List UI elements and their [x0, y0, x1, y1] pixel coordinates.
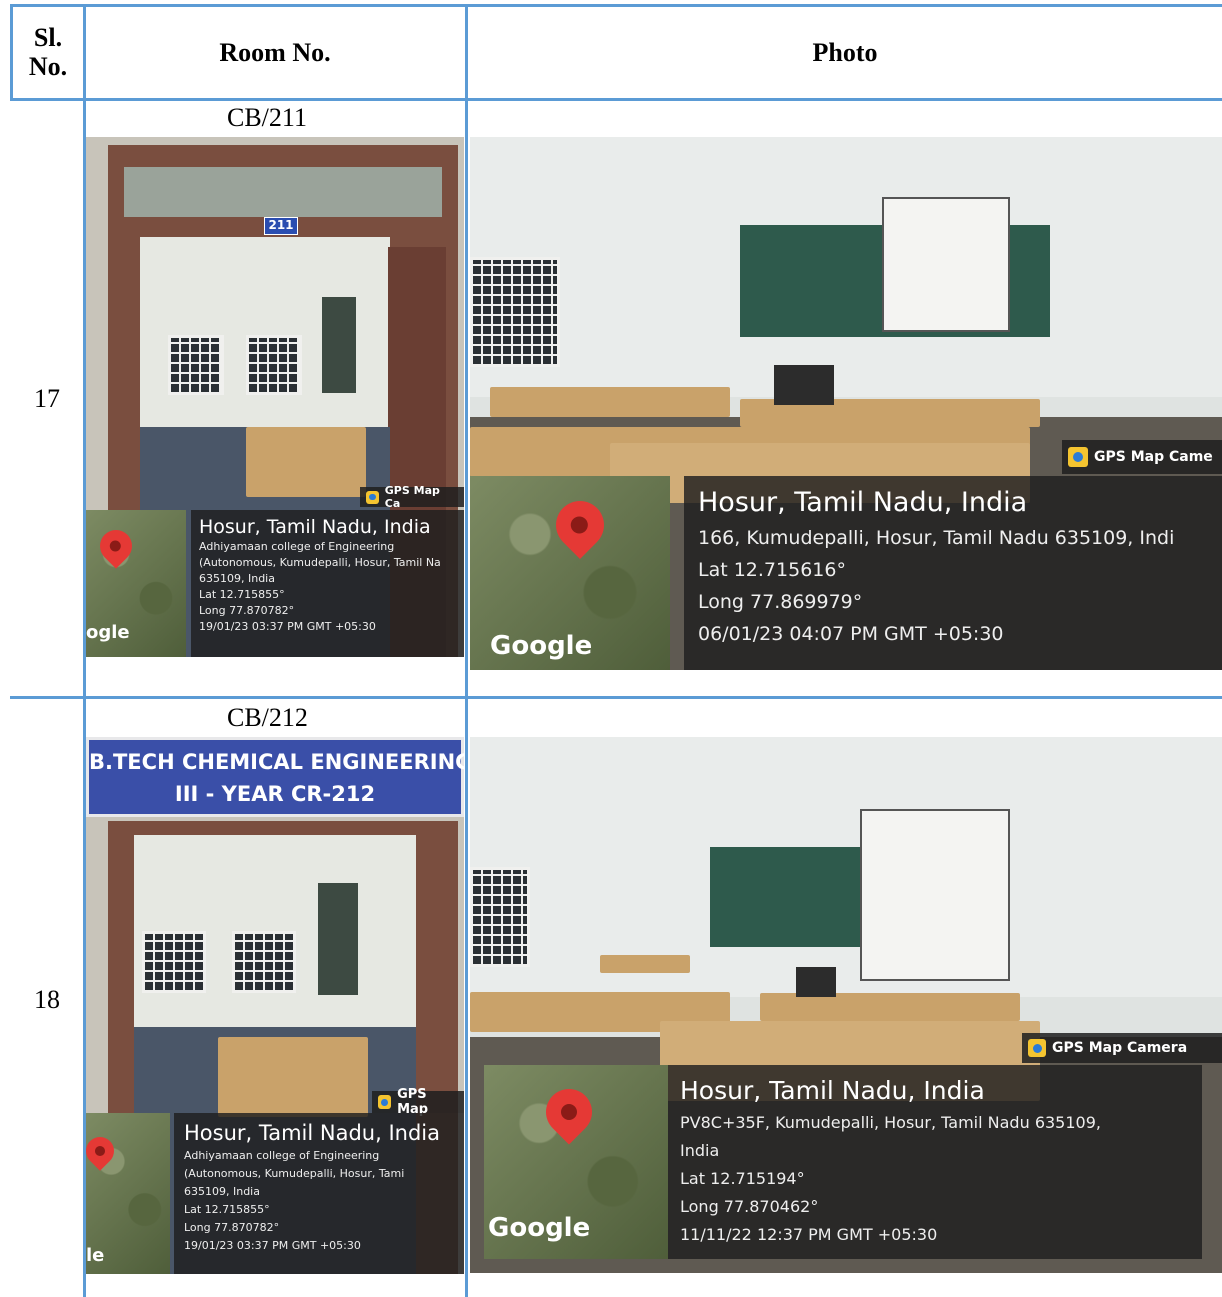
gps-badge-label: GPS Map Came [1094, 449, 1213, 465]
desk [490, 387, 730, 417]
google-logo: le [86, 1245, 105, 1266]
window [470, 867, 530, 967]
projector-screen [882, 197, 1010, 332]
gps-camera-badge: GPS Map Came [1062, 440, 1222, 474]
header-room-no: Room No. [219, 37, 331, 67]
gps-location-title: Hosur, Tamil Nadu, India [680, 1076, 985, 1105]
gps-timestamp: 11/11/22 12:37 PM GMT +05:30 [680, 1225, 938, 1244]
gps-longitude: Long 77.869979° [698, 591, 863, 613]
laptop [796, 967, 836, 997]
window [142, 931, 206, 993]
desk [246, 427, 366, 497]
sign-line-2: III - YEAR CR-212 [174, 782, 376, 806]
window [470, 257, 560, 367]
gps-address-3: 635109, India [184, 1185, 260, 1198]
desk [600, 955, 690, 973]
gps-location-title: Hosur, Tamil Nadu, India [698, 487, 1028, 518]
gps-timestamp: 06/01/23 04:07 PM GMT +05:30 [698, 623, 1004, 645]
table-border-top [10, 4, 1222, 7]
gps-badge-label: GPS Map Ca [384, 484, 440, 510]
gps-camera-badge: GPS Map [372, 1087, 464, 1117]
gps-address-2: (Autonomous, Kumudepalli, Hosur, Tamil N… [199, 556, 441, 569]
gps-badge-label: GPS Map Camera [1052, 1040, 1188, 1056]
gps-latitude: Lat 12.715855° [199, 588, 285, 601]
gps-latitude: Lat 12.715194° [680, 1169, 805, 1188]
desk [218, 1037, 368, 1117]
department-sign: B.TECH CHEMICAL ENGINEERING III - YEAR C… [86, 737, 464, 817]
gps-longitude: Long 77.870782° [184, 1221, 280, 1234]
gps-timestamp: 19/01/23 03:37 PM GMT +05:30 [199, 620, 376, 633]
laptop [774, 365, 834, 405]
projector-screen [860, 809, 1010, 981]
google-logo: Google [490, 631, 593, 661]
gps-address-2: India [680, 1141, 720, 1160]
gps-address-1: Adhiyamaan college of Engineering [184, 1149, 380, 1162]
gps-longitude: Long 77.870782° [199, 604, 295, 617]
gps-timestamp: 19/01/23 03:37 PM GMT +05:30 [184, 1239, 361, 1252]
gps-latitude: Lat 12.715855° [184, 1203, 270, 1216]
gps-camera-icon [366, 490, 379, 504]
gps-info-box: Hosur, Tamil Nadu, India PV8C+35F, Kumud… [668, 1065, 1202, 1259]
gps-address-1: 166, Kumudepalli, Hosur, Tamil Nadu 6351… [698, 527, 1175, 549]
gps-camera-icon [378, 1095, 392, 1109]
row-18-room-no: CB/212 [227, 703, 308, 732]
door-transom [124, 167, 442, 217]
gps-camera-icon [1028, 1039, 1046, 1057]
gps-address-1: PV8C+35F, Kumudepalli, Hosur, Tamil Nadu… [680, 1113, 1101, 1132]
row-18-door-photo: B.TECH CHEMICAL ENGINEERING III - YEAR C… [86, 737, 464, 1274]
row-17-classroom-photo: GPS Map Came Google Hosur, Tamil Nadu, I… [470, 137, 1222, 670]
gps-camera-badge: GPS Map Camera [1022, 1033, 1222, 1063]
blackboard [322, 297, 356, 393]
blackboard [318, 883, 358, 995]
row-17-sl-no: 17 [34, 384, 60, 413]
gps-info-box: Hosur, Tamil Nadu, India Adhiyamaan coll… [191, 510, 464, 657]
gps-longitude: Long 77.870462° [680, 1197, 819, 1216]
row-18-sl-no: 18 [34, 985, 60, 1014]
room-number-tag: 211 [264, 217, 298, 235]
row-17-bottom-border [10, 696, 1222, 699]
gps-address-1: Adhiyamaan college of Engineering [199, 540, 395, 553]
col-divider-2 [465, 4, 468, 1297]
row-17-room-no: CB/211 [227, 103, 307, 132]
header-photo: Photo [812, 37, 878, 67]
gps-address-2: (Autonomous, Kumudepalli, Hosur, Tami [184, 1167, 405, 1180]
gps-info-box: Hosur, Tamil Nadu, India 166, Kumudepall… [684, 476, 1222, 670]
header-bottom-border [10, 98, 1222, 101]
row-17-door-photo: 211 GPS Map Ca ogle Hosur, Tamil Nadu, I… [86, 137, 464, 657]
header-sl-no: Sl. No. [28, 23, 68, 81]
table-border-left [10, 4, 13, 101]
window [246, 335, 302, 395]
gps-camera-icon [1068, 447, 1088, 467]
sign-line-1: B.TECH CHEMICAL ENGINEERING [89, 750, 464, 774]
gps-location-title: Hosur, Tamil Nadu, India [184, 1121, 440, 1145]
gps-camera-badge: GPS Map Ca [360, 484, 464, 510]
google-logo: Google [488, 1213, 591, 1243]
gps-latitude: Lat 12.715616° [698, 559, 846, 581]
gps-location-title: Hosur, Tamil Nadu, India [199, 516, 431, 538]
row-18-classroom-photo: GPS Map Camera Google Hosur, Tamil Nadu,… [470, 737, 1222, 1273]
gps-info-box: Hosur, Tamil Nadu, India Adhiyamaan coll… [174, 1113, 464, 1274]
google-logo: ogle [86, 622, 130, 643]
window [232, 931, 296, 993]
gps-address-3: 635109, India [199, 572, 275, 585]
teacher-desk [760, 993, 1020, 1021]
window [168, 335, 224, 395]
